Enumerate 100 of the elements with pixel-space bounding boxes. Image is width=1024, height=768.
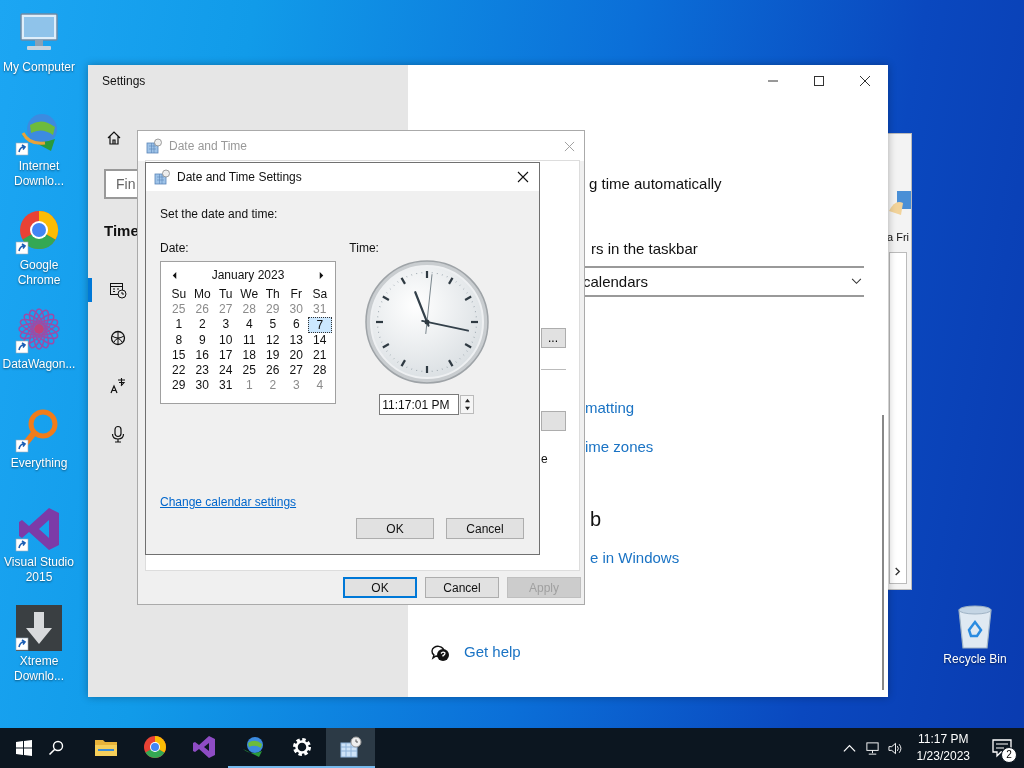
settings-link[interactable]: matting xyxy=(585,399,635,416)
scroll-right-icon[interactable] xyxy=(893,566,902,577)
calendar-day[interactable]: 29 xyxy=(261,302,285,318)
calendar-clock-icon xyxy=(146,138,162,154)
help-link[interactable]: Get help xyxy=(464,643,521,660)
change-button[interactable]: ... xyxy=(541,328,566,348)
window-title: Settings xyxy=(102,74,146,88)
calendar-day[interactable]: 9 xyxy=(190,332,214,348)
calendar-day[interactable]: 2 xyxy=(261,378,285,394)
calendar-day[interactable]: 3 xyxy=(214,317,238,333)
speaker-icon[interactable] xyxy=(887,740,903,756)
calendar-day[interactable]: 24 xyxy=(214,362,238,379)
down-arrow-icon[interactable] xyxy=(463,406,471,412)
calendar-day[interactable]: 21 xyxy=(308,347,332,363)
setting-label: rs in the taskbar xyxy=(591,240,698,257)
calendar-day[interactable]: 25 xyxy=(237,362,261,379)
calendar-day[interactable]: 31 xyxy=(214,378,238,394)
item-label[interactable]: a Fri xyxy=(887,231,909,243)
calendar-day[interactable]: 14 xyxy=(308,332,332,348)
previous-month-icon[interactable] xyxy=(171,270,178,280)
taskbar-button[interactable] xyxy=(326,728,375,768)
text-fragment: e xyxy=(541,452,548,466)
dialog-button[interactable]: OK xyxy=(356,518,434,539)
up-arrow-icon[interactable] xyxy=(463,397,471,403)
calendar-day[interactable]: 1 xyxy=(167,317,191,333)
calendar-day[interactable]: 4 xyxy=(237,317,261,333)
star-pattern-icon[interactable] xyxy=(15,307,63,355)
calendar-day[interactable]: 15 xyxy=(167,347,191,363)
dialog-button[interactable]: Cancel xyxy=(446,518,524,539)
ribbon-logo-icon xyxy=(191,735,216,759)
calendar-day[interactable]: 19 xyxy=(261,347,285,363)
settings-link[interactable]: e in Windows xyxy=(590,549,680,566)
weekday-label: Mo xyxy=(192,287,212,303)
close-icon[interactable] xyxy=(859,75,871,87)
calendar-day[interactable]: 25 xyxy=(167,302,191,318)
calendar-day[interactable]: 8 xyxy=(167,332,191,348)
calendar-day[interactable]: 23 xyxy=(190,362,214,379)
time-spinner[interactable] xyxy=(460,395,475,414)
setting-label: g time automatically xyxy=(589,175,722,192)
calendar-day[interactable]: 5 xyxy=(261,317,285,333)
ring-logo-icon xyxy=(142,735,167,759)
calendar-day[interactable]: 28 xyxy=(308,362,332,379)
calendar-day[interactable]: 13 xyxy=(284,332,308,348)
calendar-day[interactable]: 12 xyxy=(261,332,285,348)
windows-start-icon[interactable] xyxy=(16,740,32,756)
calendar-day[interactable]: 31 xyxy=(308,302,332,318)
month-title[interactable]: January 2023 xyxy=(211,268,285,282)
calendar-day[interactable]: 26 xyxy=(261,362,285,379)
calendar-day[interactable]: 1 xyxy=(237,378,261,394)
scrollbar[interactable] xyxy=(882,415,884,690)
time-label: Time: xyxy=(349,241,380,255)
calendar-clock-icon xyxy=(338,735,363,759)
help-icon xyxy=(430,643,450,663)
calendar-day[interactable]: 30 xyxy=(284,302,308,318)
calendar-day[interactable]: 10 xyxy=(214,332,238,348)
dialog-title: Date and Time Settings xyxy=(177,170,303,184)
settings-link[interactable]: ime zones xyxy=(585,438,654,455)
calendar-day[interactable]: 3 xyxy=(284,378,308,394)
calendar-day[interactable]: 2 xyxy=(190,317,214,333)
calendar-day[interactable]: 30 xyxy=(190,378,214,394)
notification-icon[interactable] xyxy=(992,738,1012,758)
clock-time[interactable]: 11:17 PM xyxy=(918,731,969,748)
home-icon[interactable] xyxy=(106,130,122,146)
clock-date[interactable]: 1/23/2023 xyxy=(916,748,970,765)
dialog-button[interactable]: OK xyxy=(343,577,417,598)
calendar-day[interactable]: 26 xyxy=(190,302,214,318)
weekday-label: Tu xyxy=(217,287,234,303)
dropdown-value: calendars xyxy=(582,273,649,290)
calendar-settings-link[interactable]: Change calendar settings xyxy=(160,495,297,509)
microphone-icon xyxy=(109,425,127,443)
calendar-clock-icon xyxy=(109,281,127,299)
weekday-label: Su xyxy=(170,287,188,303)
calendar-day[interactable]: 6 xyxy=(284,317,308,333)
prompt-text: Set the date and time: xyxy=(160,207,279,221)
search-icon[interactable] xyxy=(48,740,64,756)
calendar-day[interactable]: 7 xyxy=(308,317,332,333)
date-label: Date: xyxy=(160,241,190,255)
calendar-day[interactable]: 22 xyxy=(167,362,191,379)
calendar-day[interactable]: 16 xyxy=(190,347,214,363)
dialog-title: Date and Time xyxy=(169,139,249,153)
calendar-day[interactable]: 28 xyxy=(237,302,261,318)
calendar-day[interactable]: 11 xyxy=(237,332,261,348)
calendar-day[interactable]: 18 xyxy=(237,347,261,363)
globe-icon xyxy=(109,329,127,347)
calendar-day[interactable]: 29 xyxy=(167,378,191,394)
calendar-day[interactable]: 17 xyxy=(214,347,238,363)
maximize-icon[interactable] xyxy=(813,75,825,87)
calendar-day[interactable]: 20 xyxy=(284,347,308,363)
next-month-icon[interactable] xyxy=(318,270,325,280)
weekday-label: Sa xyxy=(311,287,329,303)
network-icon[interactable] xyxy=(864,740,880,756)
time-field[interactable]: 11:17:01 PM xyxy=(379,394,460,415)
calendar-day[interactable]: 27 xyxy=(214,302,238,318)
weekday-label: Th xyxy=(264,287,281,303)
close-icon[interactable] xyxy=(517,171,529,183)
calendar-day[interactable]: 27 xyxy=(284,362,308,379)
shortcut-label[interactable]: Recycle Bin xyxy=(936,652,1014,667)
dialog-button[interactable]: Cancel xyxy=(425,577,499,598)
calendar-clock-icon xyxy=(154,169,170,185)
weekday-label: We xyxy=(239,287,260,303)
